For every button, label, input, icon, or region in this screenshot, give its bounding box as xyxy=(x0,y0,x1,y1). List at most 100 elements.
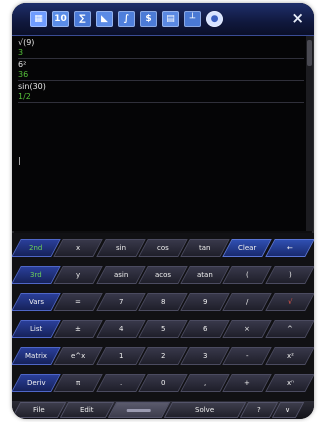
history-result: 1/2 xyxy=(18,92,31,101)
currency-icon[interactable]: $ xyxy=(140,11,157,27)
key-label: 5 xyxy=(160,325,166,333)
history-result: 3 xyxy=(18,48,24,57)
key-x[interactable]: x² xyxy=(264,347,314,365)
key-label: Deriv xyxy=(26,379,46,387)
globe-icon[interactable]: ● xyxy=(206,11,223,27)
key-label: √ xyxy=(287,298,293,306)
matrix-icon[interactable]: ▤ xyxy=(162,11,179,27)
key-label: 0 xyxy=(160,379,166,387)
key-[interactable]: / xyxy=(222,293,273,311)
key-label: . xyxy=(119,379,122,387)
solve-menu-label: Solve xyxy=(195,406,215,414)
file-menu[interactable]: File xyxy=(12,402,67,418)
history-display[interactable]: | √(9) 3 6² 36 sin(30) 1/2 xyxy=(12,36,306,231)
history-entry[interactable]: √(9) 3 xyxy=(18,38,304,59)
keypad-row: Deriv π. 0, + xⁿ xyxy=(12,374,314,392)
keypad-row: List ±4 5 6 × ^ xyxy=(12,320,314,338)
key-label: tan xyxy=(199,244,211,252)
keypad-row: 3rd y asin acos atan () xyxy=(12,266,314,284)
history-expression: √(9) xyxy=(18,38,35,47)
more-label: ∨ xyxy=(285,406,291,414)
key-[interactable]: ^ xyxy=(264,320,314,338)
stats-icon[interactable]: ┴ xyxy=(184,11,201,27)
key-[interactable]: ( xyxy=(222,266,273,284)
key-[interactable]: √ xyxy=(264,293,314,311)
key-[interactable]: ± xyxy=(53,320,104,338)
key-label: atan xyxy=(197,271,214,279)
close-icon[interactable]: × xyxy=(291,10,304,26)
numbers-icon[interactable]: 10 xyxy=(52,11,69,27)
key-label: 1 xyxy=(118,352,123,360)
keypad-row: 2nd x sin cos tan Clear ← xyxy=(12,239,314,257)
keypad: 2nd x sin cos tan Clear ← 3rd y asin acos atan () Var… xyxy=(12,233,314,401)
keyboard-toggle-button[interactable] xyxy=(107,402,171,418)
history-expression: sin(30) xyxy=(18,82,46,91)
key-label: 2 xyxy=(160,352,166,360)
file-menu-label: File xyxy=(33,406,45,414)
key-label: xⁿ xyxy=(286,379,294,387)
history-scrollbar[interactable] xyxy=(306,36,313,231)
key-label: 8 xyxy=(160,298,166,306)
history-result: 36 xyxy=(18,70,29,79)
history-expression: 6² xyxy=(18,60,27,69)
key-[interactable]: ) xyxy=(264,266,314,284)
key-label: ← xyxy=(286,244,293,252)
key-label: + xyxy=(244,379,251,387)
key-label: - xyxy=(246,352,249,360)
input-cursor[interactable]: | xyxy=(18,156,21,165)
key-y[interactable]: y xyxy=(53,266,104,284)
edit-menu-label: Edit xyxy=(80,406,94,414)
key-x[interactable]: x xyxy=(53,239,104,257)
calculator-window: ▦ 10 ∑ ◣ ∫ $ ▤ ┴ ● × | √(9) 3 6² 36 sin(30) 1/2 2nd x s… xyxy=(12,3,314,419)
key-label: ^ xyxy=(286,325,293,333)
key-[interactable]: - xyxy=(222,347,273,365)
solve-menu[interactable]: Solve xyxy=(163,402,247,418)
graph-icon[interactable]: ◣ xyxy=(96,11,113,27)
calculator-icon[interactable]: ▦ xyxy=(30,11,47,27)
edit-menu[interactable]: Edit xyxy=(59,402,115,418)
key-label: e^x xyxy=(71,352,86,360)
key-label: acos xyxy=(154,271,172,279)
key-label: y xyxy=(76,271,81,279)
menu-bar: File Edit Solve ? ∨ xyxy=(12,401,314,419)
history-entry[interactable]: sin(30) 1/2 xyxy=(18,82,304,103)
key-label: x² xyxy=(286,352,294,360)
key-label: 4 xyxy=(118,325,123,333)
equation-icon[interactable]: ∑ xyxy=(74,11,91,27)
key-label: 9 xyxy=(203,298,208,306)
keypad-row: Vars = 7 8 9 / √ xyxy=(12,293,314,311)
key-label: 3rd xyxy=(30,271,42,279)
key-label: Clear xyxy=(238,244,257,252)
key-clear[interactable]: Clear xyxy=(222,239,273,257)
keypad-row: Matrix e^x 1 2 3 - x² xyxy=(12,347,314,365)
key-ex[interactable]: e^x xyxy=(53,347,104,365)
key-label: = xyxy=(75,298,82,306)
key-label: / xyxy=(246,298,249,306)
key-label: cos xyxy=(157,244,169,252)
key-[interactable]: × xyxy=(222,320,273,338)
key-label: List xyxy=(30,325,43,333)
key-label: 6 xyxy=(203,325,208,333)
key-x[interactable]: xⁿ xyxy=(264,374,314,392)
scrollbar-thumb[interactable] xyxy=(307,40,312,66)
help-label: ? xyxy=(257,406,261,414)
key-label: 7 xyxy=(118,298,123,306)
key-[interactable]: ← xyxy=(264,239,314,257)
key-label: Vars xyxy=(28,298,44,306)
function-plot-icon[interactable]: ∫ xyxy=(118,11,135,27)
key-[interactable]: π xyxy=(53,374,104,392)
key-[interactable]: = xyxy=(53,293,104,311)
key-label: × xyxy=(244,325,251,333)
history-entry[interactable]: 6² 36 xyxy=(18,60,304,81)
key-label: sin xyxy=(115,244,126,252)
key-label: 3 xyxy=(203,352,208,360)
key-[interactable]: + xyxy=(222,374,273,392)
key-label: ) xyxy=(288,271,292,279)
key-label: asin xyxy=(113,271,128,279)
grip-icon xyxy=(127,408,151,412)
key-label: , xyxy=(204,379,207,387)
toolbar: ▦ 10 ∑ ◣ ∫ $ ▤ ┴ ● xyxy=(12,3,314,36)
key-label: ( xyxy=(246,271,249,279)
key-label: Matrix xyxy=(25,352,48,360)
key-label: ± xyxy=(75,325,82,333)
